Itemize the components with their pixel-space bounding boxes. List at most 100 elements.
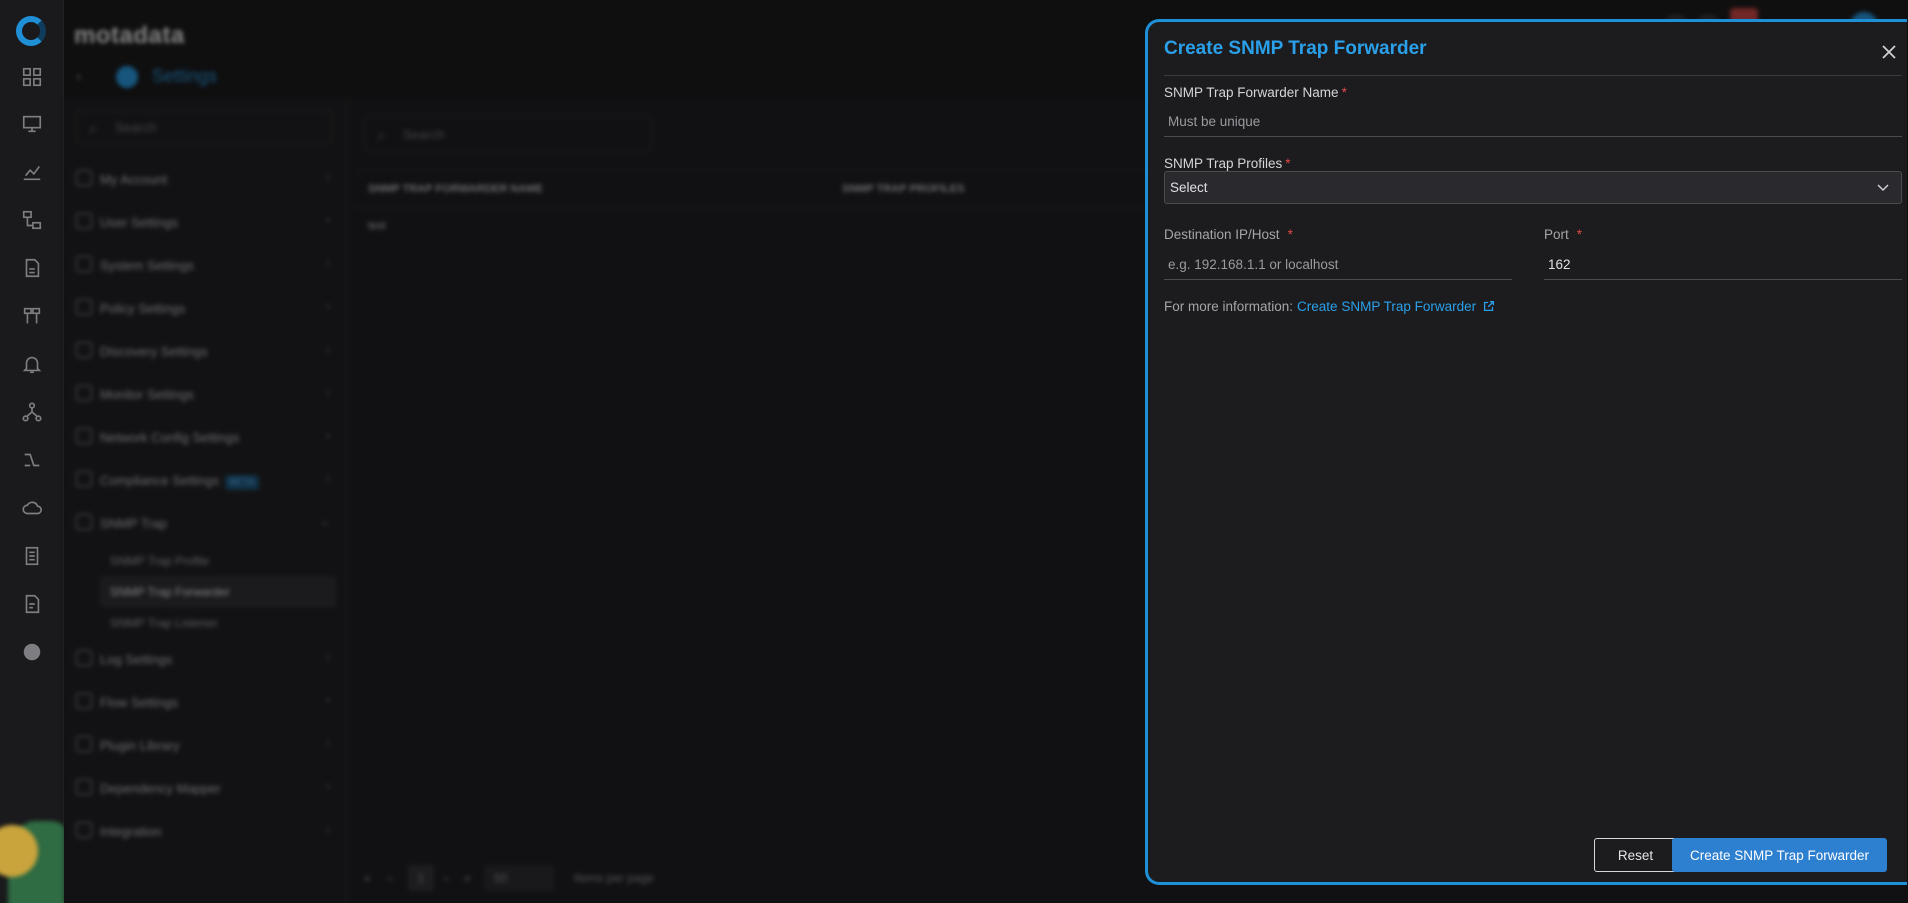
forwarder-name-label: SNMP Trap Forwarder Name * <box>1164 85 1347 100</box>
network-icon[interactable] <box>20 305 44 327</box>
sidebar-subitem-snmp-trap-listener[interactable]: SNMP Trap Listener <box>76 607 336 638</box>
file-icon[interactable] <box>20 593 44 615</box>
alert-icon[interactable] <box>20 353 44 375</box>
more-info-prefix: For more information: <box>1164 299 1294 314</box>
plugin-icon <box>76 736 92 752</box>
sidebar-item-discovery-settings[interactable]: Discovery Settings › <box>76 330 336 373</box>
sidebar-item-snmp-trap[interactable]: SNMP Trap ⌄ <box>76 502 336 545</box>
user-icon <box>76 213 92 229</box>
chart-icon[interactable] <box>20 161 44 183</box>
sidebar-item-system-settings[interactable]: System Settings › <box>76 244 336 287</box>
sidebar-item-label: My Account <box>100 172 168 187</box>
chevron-right-icon: › <box>326 650 330 664</box>
chevron-down-icon: ⌄ <box>319 514 330 528</box>
beta-badge: BETA <box>225 475 259 490</box>
last-page-icon[interactable]: » <box>464 871 471 885</box>
topology-icon[interactable] <box>20 209 44 231</box>
dashboard-icon[interactable] <box>20 66 44 88</box>
trap-profiles-select[interactable]: Select <box>1164 171 1902 204</box>
column-header-profiles[interactable]: SNMP TRAP PROFILES <box>842 183 964 195</box>
document-icon[interactable] <box>20 545 44 567</box>
sidebar-subitem-snmp-trap-forwarder[interactable]: SNMP Trap Forwarder <box>100 576 336 607</box>
settings-icon[interactable] <box>20 641 44 663</box>
system-icon <box>76 256 92 272</box>
external-link-icon[interactable] <box>1482 299 1496 313</box>
sidebar-item-user-settings[interactable]: User Settings › <box>76 201 336 244</box>
chevron-right-icon: › <box>326 385 330 399</box>
monitor-icon[interactable] <box>20 113 44 135</box>
sidebar-item-my-account[interactable]: My Account › <box>76 158 336 201</box>
hierarchy-icon[interactable] <box>20 401 44 423</box>
sidebar-search-placeholder: Search <box>115 120 157 135</box>
port-input[interactable] <box>1544 250 1902 280</box>
search-icon: ⌕ <box>89 120 97 136</box>
integration-icon <box>76 822 92 838</box>
sidebar-item-label: Network Config Settings <box>100 430 240 445</box>
port-label: Port * <box>1544 227 1582 242</box>
destination-input[interactable] <box>1164 250 1512 280</box>
policy-icon <box>76 299 92 315</box>
report-icon[interactable] <box>20 257 44 279</box>
trap-profiles-label-text: SNMP Trap Profiles <box>1164 156 1283 171</box>
sidebar-item-label: SNMP Trap <box>100 516 167 531</box>
chevron-right-icon: › <box>326 213 330 227</box>
sidebar-item-label: Compliance Settings <box>100 473 220 488</box>
sidebar-item-integration[interactable]: Integration › <box>76 810 336 853</box>
required-marker: * <box>1576 227 1583 242</box>
sidebar-item-compliance-settings[interactable]: Compliance Settings BETA › <box>76 459 336 502</box>
next-page-icon[interactable]: › <box>444 871 448 885</box>
table-search-placeholder: Search <box>403 127 445 142</box>
first-page-icon[interactable]: « <box>364 871 371 885</box>
column-header-name[interactable]: SNMP TRAP FORWARDER NAME <box>368 183 543 195</box>
current-page[interactable]: 1 <box>408 865 434 891</box>
destination-label: Destination IP/Host * <box>1164 227 1293 242</box>
close-icon[interactable] <box>1877 40 1901 64</box>
page-title: Settings <box>152 66 218 86</box>
sidebar-search-input[interactable]: ⌕ Search <box>76 110 332 144</box>
sidebar-item-dependency-mapper[interactable]: Dependency Mapper › <box>76 767 336 810</box>
logo-icon[interactable] <box>16 16 46 46</box>
compliance-icon <box>76 471 92 487</box>
drawer-title: Create SNMP Trap Forwarder <box>1164 38 1427 59</box>
table-row[interactable]: test <box>368 220 386 232</box>
reset-button[interactable]: Reset <box>1594 838 1677 872</box>
account-icon <box>76 170 92 186</box>
chevron-right-icon: › <box>326 256 330 270</box>
sidebar-item-flow-settings[interactable]: Flow Settings › <box>76 681 336 724</box>
sidebar-item-label: Policy Settings <box>100 301 186 316</box>
more-info-line: For more information: Create SNMP Trap Fo… <box>1164 299 1496 314</box>
sidebar-item-label: Integration <box>100 824 162 839</box>
sidebar-item-policy-settings[interactable]: Policy Settings › <box>76 287 336 330</box>
required-marker: * <box>1341 85 1347 100</box>
back-arrow-icon[interactable]: ‹ <box>76 68 81 86</box>
flow-icon[interactable] <box>20 449 44 471</box>
icon-rail <box>0 0 64 903</box>
sidebar-item-log-settings[interactable]: Log Settings › <box>76 638 336 681</box>
sidebar-item-label: System Settings <box>100 258 194 273</box>
cloud-icon[interactable] <box>20 497 44 519</box>
sidebar-item-monitor-settings[interactable]: Monitor Settings › <box>76 373 336 416</box>
chevron-right-icon: › <box>326 822 330 836</box>
app-root: motadata ‹ Settings ⌕ Search My Account ›… <box>0 0 1908 903</box>
brand-logo: motadata <box>74 22 185 49</box>
create-forwarder-button[interactable]: Create SNMP Trap Forwarder <box>1672 838 1887 872</box>
drawer-divider <box>1164 75 1902 76</box>
sidebar-subitem-snmp-trap-profile[interactable]: SNMP Trap Profile <box>76 545 336 576</box>
sidebar-item-label: Plugin Library <box>100 738 180 753</box>
flow-settings-icon <box>76 693 92 709</box>
more-info-link[interactable]: Create SNMP Trap Forwarder <box>1297 299 1476 314</box>
prev-page-icon[interactable]: ‹ <box>388 871 392 885</box>
chevron-right-icon: › <box>326 428 330 442</box>
sidebar-item-plugin-library[interactable]: Plugin Library › <box>76 724 336 767</box>
per-page-select[interactable]: 50 <box>484 865 554 891</box>
sidebar-item-network-config-settings[interactable]: Network Config Settings › <box>76 416 336 459</box>
table-cell: test <box>368 220 386 232</box>
log-icon <box>76 650 92 666</box>
port-label-text: Port <box>1544 227 1569 242</box>
table-search-input[interactable]: ⌕ Search <box>364 116 652 152</box>
dependency-icon <box>76 779 92 795</box>
forwarder-name-input[interactable] <box>1164 107 1902 137</box>
snmp-trap-icon <box>76 514 92 530</box>
pagination: « ‹ 1 › » 50 Items per page <box>364 861 764 895</box>
chevron-right-icon: › <box>326 779 330 793</box>
